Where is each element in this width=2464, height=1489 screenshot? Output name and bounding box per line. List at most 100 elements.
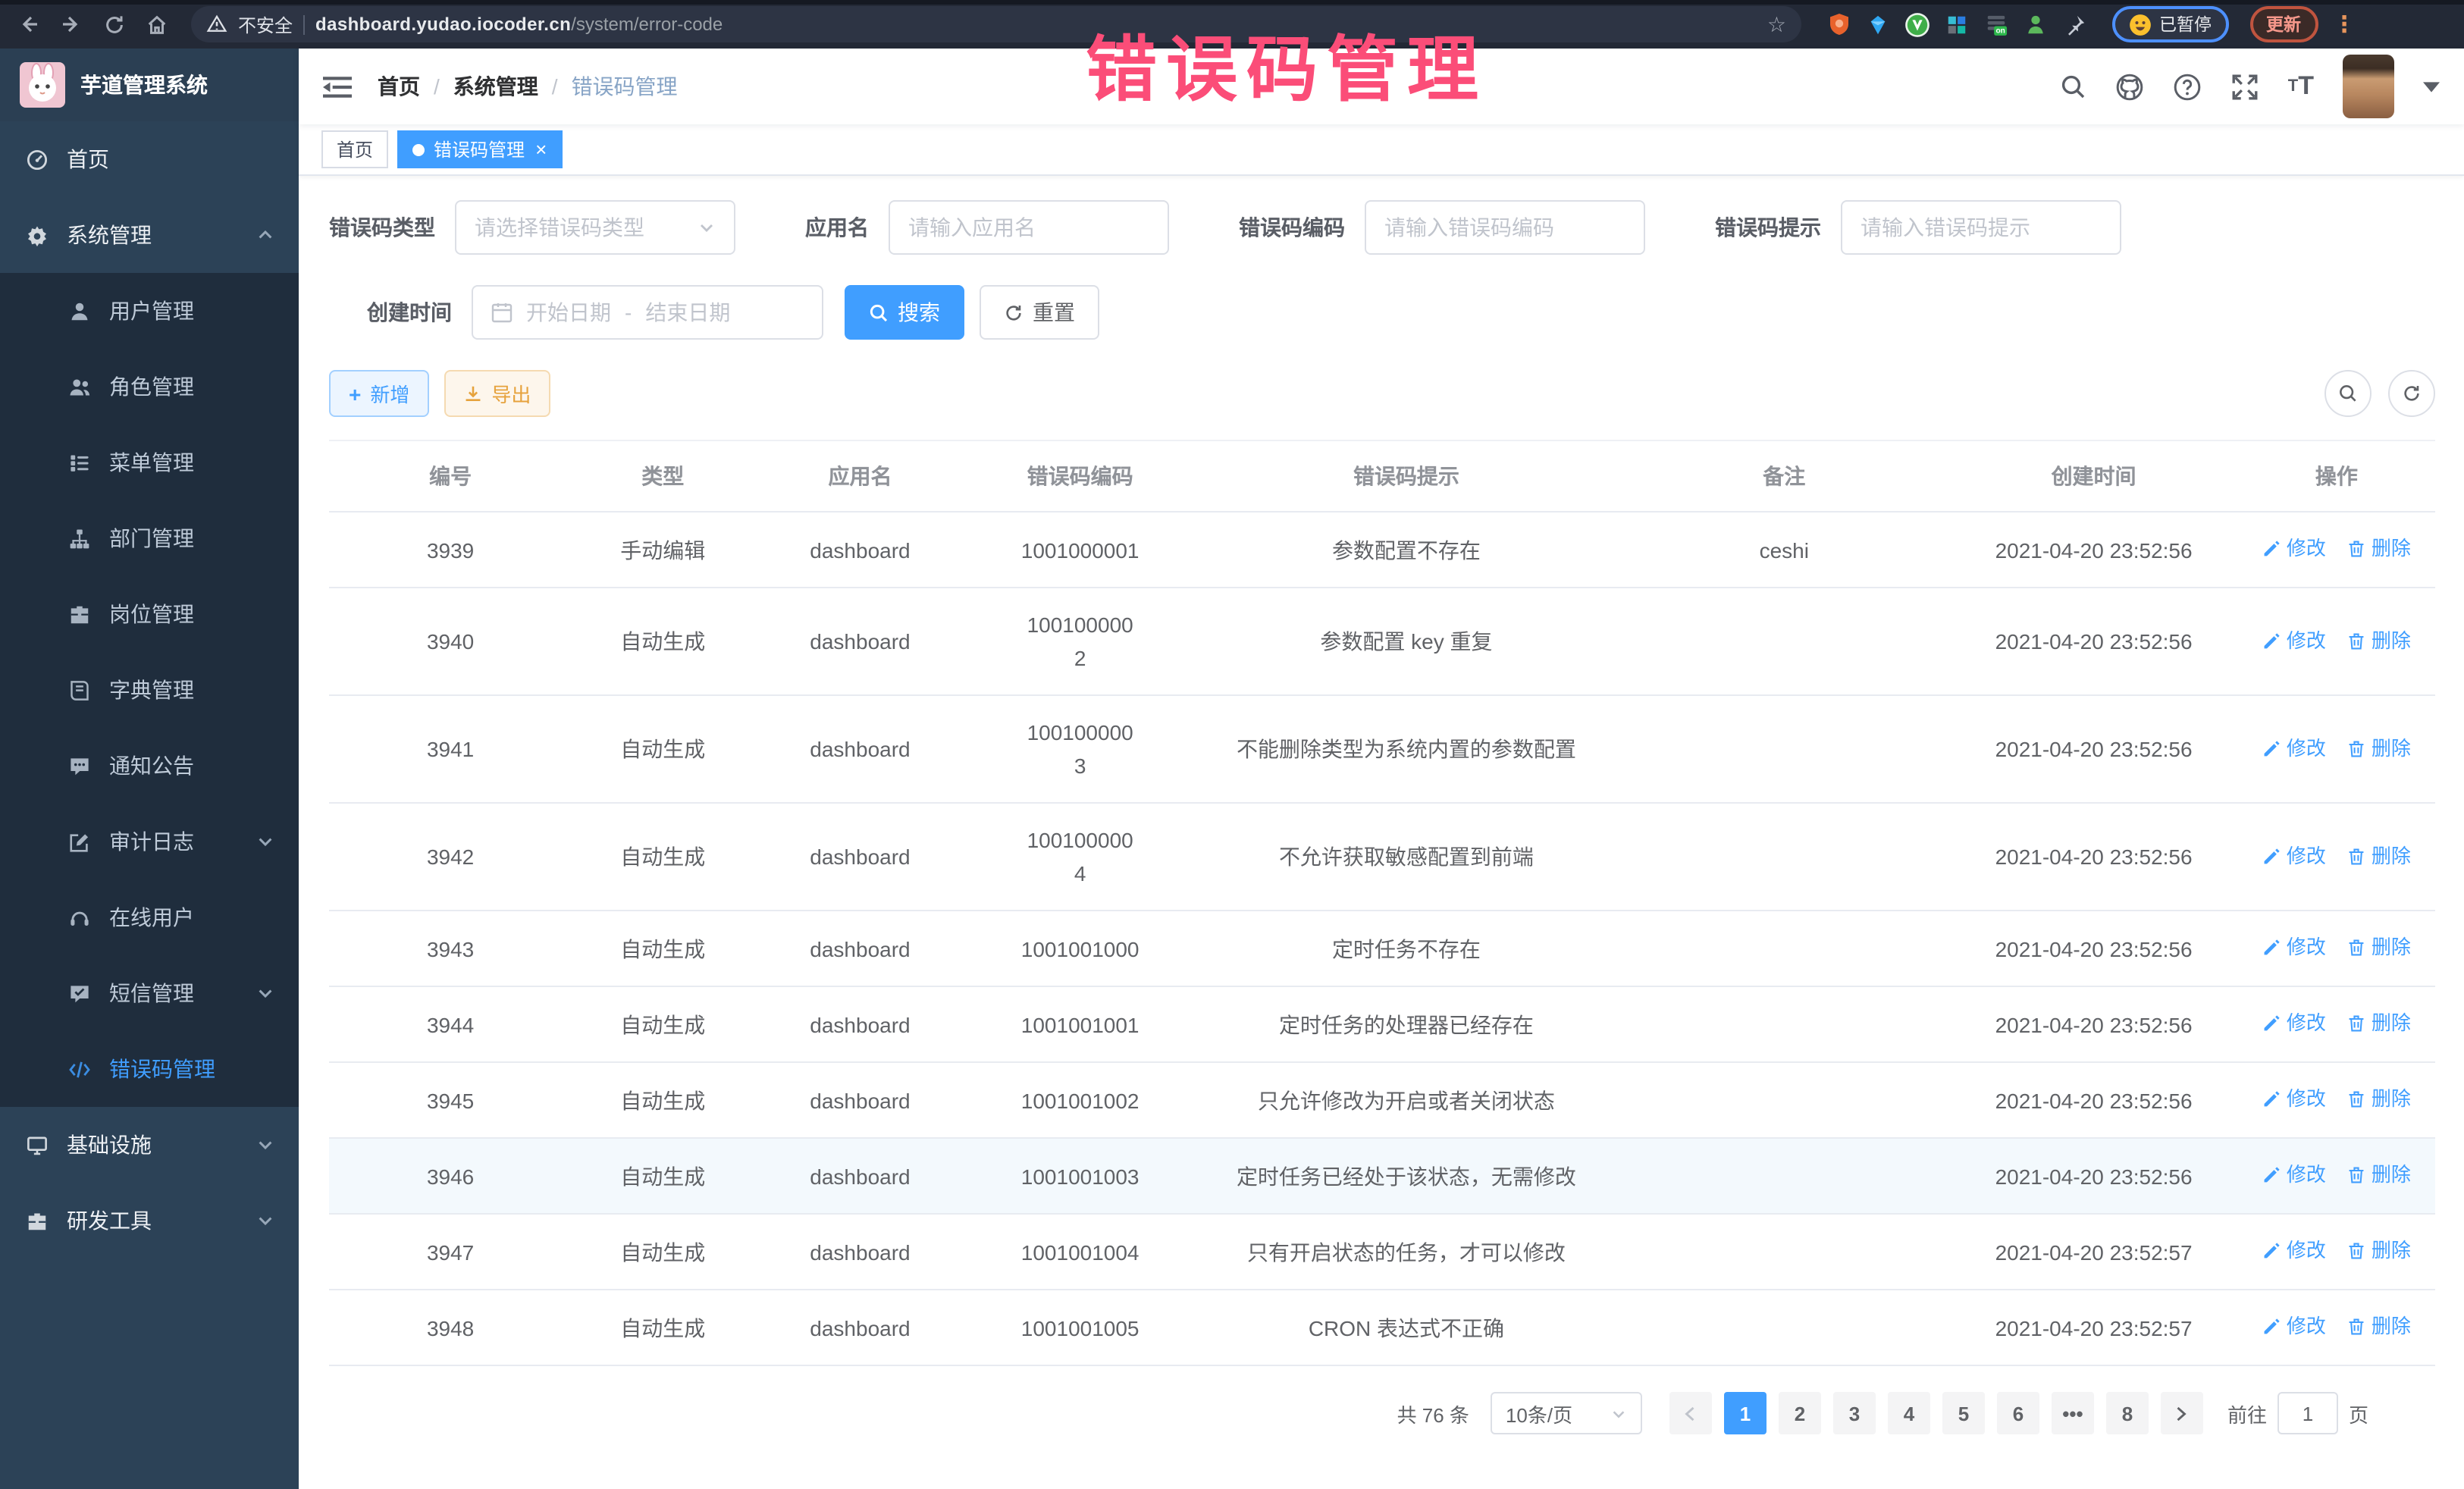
delete-link[interactable]: 删除 <box>2347 1083 2411 1116</box>
headset-icon <box>67 906 91 929</box>
font-size-icon[interactable]: TT <box>2288 71 2314 102</box>
sidebar-item-post[interactable]: 岗位管理 <box>0 576 299 652</box>
edit-link[interactable]: 修改 <box>2262 532 2326 566</box>
colorful-extension-icon[interactable] <box>1944 11 1970 37</box>
browser-back-icon[interactable] <box>12 8 45 41</box>
delete-link[interactable]: 删除 <box>2347 532 2411 566</box>
avatar-caret-down-icon[interactable] <box>2423 73 2440 100</box>
delete-link[interactable]: 删除 <box>2347 1234 2411 1268</box>
sidebar-item-dict[interactable]: 字典管理 <box>0 652 299 728</box>
cell-id: 3945 <box>329 1062 572 1138</box>
page-button-2[interactable]: 2 <box>1779 1392 1821 1434</box>
sidebar-item-user[interactable]: 用户管理 <box>0 273 299 349</box>
filter-error-type: 错误码类型 请选择错误码类型 <box>329 200 735 255</box>
sidebar-item-system[interactable]: 系统管理 <box>0 197 299 273</box>
page-button-1[interactable]: 1 <box>1724 1392 1766 1434</box>
edit-link[interactable]: 修改 <box>2262 1158 2326 1192</box>
sidebar-item-dept[interactable]: 部门管理 <box>0 500 299 576</box>
table-header-row: 编号 类型 应用名 错误码编码 错误码提示 备注 创建时间 操作 <box>329 440 2435 512</box>
breadcrumb-item[interactable]: 首页 <box>378 71 420 102</box>
header-search-icon[interactable] <box>2059 73 2086 100</box>
gem-extension-icon[interactable] <box>1865 11 1891 37</box>
green-figure-extension-icon[interactable] <box>2023 11 2049 37</box>
error-code-input[interactable] <box>1365 200 1645 255</box>
sidebar-item-online[interactable]: 在线用户 <box>0 879 299 955</box>
page-button-5[interactable]: 5 <box>1942 1392 1985 1434</box>
edit-link[interactable]: 修改 <box>2262 1083 2326 1116</box>
delete-link[interactable]: 删除 <box>2347 1158 2411 1192</box>
tag-inactive[interactable]: 首页 <box>321 130 388 168</box>
show-search-toggle-button[interactable] <box>2324 370 2372 417</box>
delete-link[interactable]: 删除 <box>2347 624 2411 657</box>
page-ellipsis-button[interactable]: ••• <box>2052 1392 2094 1434</box>
reset-button[interactable]: 重置 <box>980 285 1099 340</box>
search-button[interactable]: 搜索 <box>845 285 964 340</box>
delete-link[interactable]: 删除 <box>2347 1310 2411 1343</box>
page-button-8[interactable]: 8 <box>2106 1392 2149 1434</box>
export-button[interactable]: 导出 <box>444 370 550 417</box>
shield-extension-icon[interactable] <box>1826 11 1851 37</box>
sidebar-item-error-code[interactable]: 错误码管理 <box>0 1031 299 1107</box>
delete-link[interactable]: 删除 <box>2347 1007 2411 1040</box>
app-title: 芋道管理系统 <box>80 70 208 100</box>
bookmark-star-icon[interactable]: ☆ <box>1767 11 1786 37</box>
github-icon[interactable] <box>2115 72 2144 101</box>
vue-devtools-extension-icon[interactable] <box>1904 11 1930 37</box>
cell-code: 1001001002 <box>967 1062 1194 1138</box>
edit-link[interactable]: 修改 <box>2262 931 2326 964</box>
sidebar-item-role[interactable]: 角色管理 <box>0 349 299 425</box>
sidebar-menu: 首页 系统管理 用户管理 角色管理 菜单管理 部门管理 岗位管理 字典管理 <box>0 121 299 1259</box>
user-avatar[interactable] <box>2343 55 2394 118</box>
sidebar-item-notice[interactable]: 通知公告 <box>0 728 299 804</box>
sidebar-toggle-hamburger-icon[interactable] <box>323 71 353 102</box>
edit-link[interactable]: 修改 <box>2262 1234 2326 1268</box>
browser-home-icon[interactable] <box>140 8 173 41</box>
delete-link[interactable]: 删除 <box>2347 931 2411 964</box>
edit-link[interactable]: 修改 <box>2262 732 2326 765</box>
refresh-table-button[interactable] <box>2388 370 2435 417</box>
browser-reload-icon[interactable] <box>97 8 130 41</box>
sidebar-item-home[interactable]: 首页 <box>0 121 299 197</box>
proxy-on-extension-icon[interactable]: on <box>1983 11 2009 37</box>
page-size-select[interactable]: 10条/页 <box>1491 1392 1642 1434</box>
date-range-picker[interactable]: 开始日期 - 结束日期 <box>472 285 823 340</box>
page-button-4[interactable]: 4 <box>1888 1392 1930 1434</box>
address-bar[interactable]: 不安全 dashboard.yudao.iocoder.cn/system/er… <box>191 6 1801 42</box>
sidebar-item-devtools[interactable]: 研发工具 <box>0 1183 299 1259</box>
tag-close-icon[interactable]: × <box>535 139 547 159</box>
edit-link[interactable]: 修改 <box>2262 839 2326 873</box>
cell-id: 3942 <box>329 803 572 911</box>
breadcrumb-item[interactable]: 错误码管理 <box>572 71 678 102</box>
page-button-6[interactable]: 6 <box>1997 1392 2039 1434</box>
fullscreen-icon[interactable] <box>2230 72 2259 101</box>
edit-link[interactable]: 修改 <box>2262 624 2326 657</box>
sidebar-item-menu[interactable]: 菜单管理 <box>0 425 299 500</box>
app-logo-row[interactable]: 芋道管理系统 <box>0 49 299 121</box>
column-header-code: 错误码编码 <box>967 440 1194 512</box>
sidebar-item-infra[interactable]: 基础设施 <box>0 1107 299 1183</box>
sidebar-item-audit-log[interactable]: 审计日志 <box>0 804 299 879</box>
prev-page-button[interactable] <box>1669 1392 1712 1434</box>
app-name-input[interactable] <box>889 200 1169 255</box>
cell-id: 3948 <box>329 1290 572 1365</box>
breadcrumb-item[interactable]: 系统管理 <box>453 71 538 102</box>
help-question-icon[interactable] <box>2173 72 2202 101</box>
page-button-3[interactable]: 3 <box>1833 1392 1876 1434</box>
goto-page-input[interactable] <box>2277 1392 2338 1434</box>
browser-forward-icon[interactable] <box>55 8 88 41</box>
sidebar-item-label: 系统管理 <box>67 220 152 250</box>
pin-extension-icon[interactable] <box>2062 11 2088 37</box>
error-msg-input[interactable] <box>1841 200 2121 255</box>
browser-menu-kebab-icon[interactable]: ⋮ <box>2333 11 2356 38</box>
edit-link[interactable]: 修改 <box>2262 1007 2326 1040</box>
delete-link[interactable]: 删除 <box>2347 839 2411 873</box>
browser-update-button[interactable]: 更新 <box>2249 6 2318 42</box>
sidebar-item-sms[interactable]: 短信管理 <box>0 955 299 1031</box>
browser-profile-chip[interactable]: 已暂停 <box>2112 6 2228 42</box>
edit-link[interactable]: 修改 <box>2262 1310 2326 1343</box>
add-button[interactable]: + 新增 <box>329 370 429 417</box>
tag-active[interactable]: 错误码管理 × <box>397 130 562 168</box>
error-type-select[interactable]: 请选择错误码类型 <box>455 200 735 255</box>
next-page-button[interactable] <box>2161 1392 2203 1434</box>
delete-link[interactable]: 删除 <box>2347 732 2411 765</box>
